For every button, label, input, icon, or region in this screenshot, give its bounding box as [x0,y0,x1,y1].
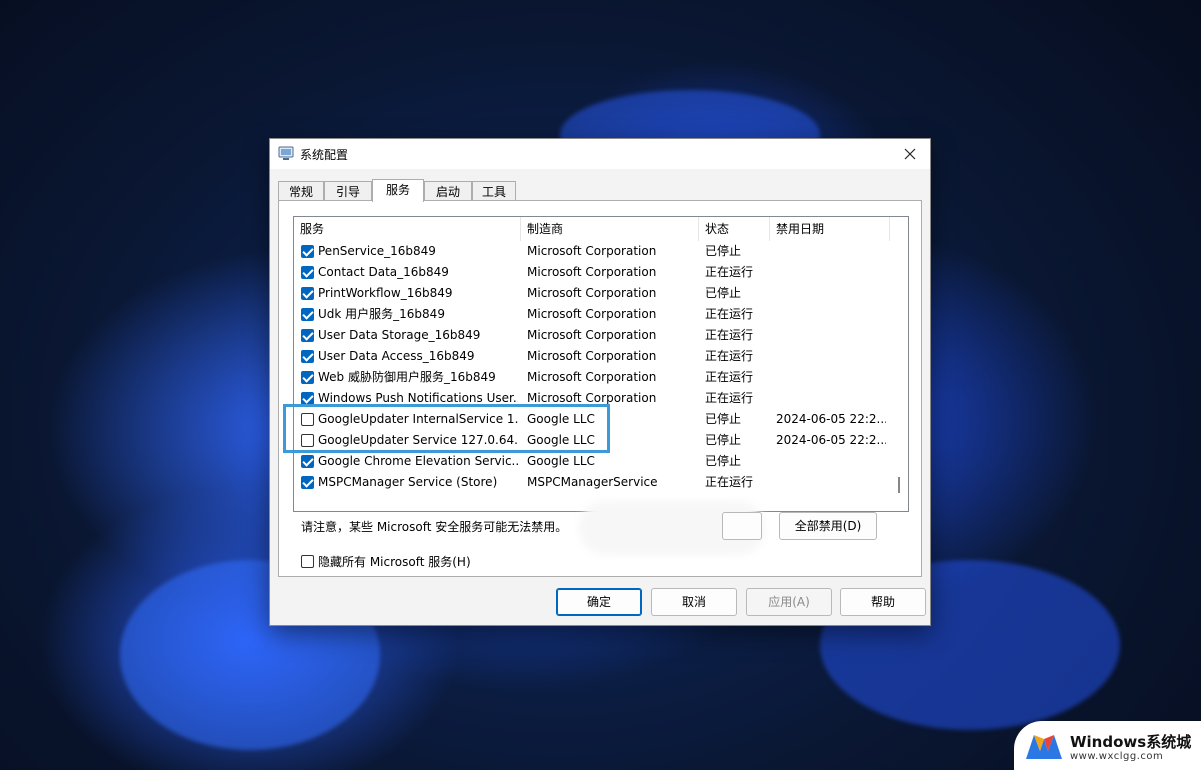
service-status: 正在运行 [705,475,754,489]
service-status: 正在运行 [705,307,754,321]
column-vendor[interactable]: 制造商 [521,217,699,241]
table-row[interactable]: GoogleUpdater Service 127.0.64... Google … [294,430,890,451]
service-vendor: Google LLC [527,412,595,426]
service-status: 已停止 [705,454,742,468]
table-row[interactable]: Udk 用户服务_16b849 Microsoft Corporation 正在运行 [294,304,890,325]
service-status: 已停止 [705,433,742,447]
column-service[interactable]: 服务 [294,217,521,241]
table-row[interactable]: Windows Push Notifications User... Micros… [294,388,890,409]
service-status: 正在运行 [705,328,754,342]
service-status: 正在运行 [705,265,754,279]
tab-startup[interactable]: 启动 [424,181,472,201]
service-vendor: Google LLC [527,433,595,447]
system-config-dialog: 系统配置 常规 引导 服务 启动 工具 服务 制造商 状态 禁用日期 PenSe… [269,138,931,626]
windows-logo-icon [1026,735,1062,759]
tab-general[interactable]: 常规 [278,181,324,201]
table-row[interactable]: GoogleUpdater InternalService 1... Google… [294,409,890,430]
site-watermark: Windows系统城 www.wxclgg.com [1014,721,1201,770]
service-disabled-date: 2024-06-05 22:2... [776,433,886,447]
notice-text: 请注意，某些 Microsoft 安全服务可能无法禁用。 [301,520,568,534]
service-vendor: Microsoft Corporation [527,307,657,321]
service-vendor: Microsoft Corporation [527,370,657,384]
service-vendor: Microsoft Corporation [527,349,657,363]
window-title: 系统配置 [300,148,349,162]
service-name: User Data Access_16b849 [318,349,475,363]
service-name: User Data Storage_16b849 [318,328,481,342]
ok-button[interactable]: 确定 [556,588,642,616]
service-name: Google Chrome Elevation Servic... [318,454,518,468]
service-checkbox[interactable] [301,371,314,384]
service-name: Contact Data_16b849 [318,265,449,279]
title-bar: 系统配置 [270,139,930,169]
tab-services[interactable]: 服务 [372,179,424,202]
close-button[interactable] [890,139,930,169]
tab-boot[interactable]: 引导 [324,181,372,201]
table-row[interactable]: MSPCManager Service (Store) MSPCManagerSe… [294,472,890,493]
table-row[interactable]: PrintWorkflow_16b849 Microsoft Corporatio… [294,283,890,304]
service-status: 正在运行 [705,391,754,405]
service-vendor: MSPCManagerService [527,475,658,489]
hide-ms-services-option[interactable]: 隐藏所有 Microsoft 服务(H) [301,553,471,570]
service-checkbox[interactable] [301,350,314,363]
cancel-button[interactable]: 取消 [651,588,737,616]
watermark-url: www.wxclgg.com [1070,751,1164,762]
service-status: 正在运行 [705,349,754,363]
service-checkbox[interactable] [301,329,314,342]
enable-all-button[interactable] [722,512,762,540]
help-button[interactable]: 帮助 [840,588,926,616]
column-status[interactable]: 状态 [699,217,770,241]
service-name: Web 威胁防御用户服务_16b849 [318,370,496,384]
service-name: PrintWorkflow_16b849 [318,286,453,300]
service-checkbox[interactable] [301,287,314,300]
table-row[interactable]: User Data Storage_16b849 Microsoft Corpor… [294,325,890,346]
service-vendor: Microsoft Corporation [527,328,657,342]
list-header: 服务 制造商 状态 禁用日期 [294,217,908,241]
service-checkbox[interactable] [301,413,314,426]
service-disabled-date: 2024-06-05 22:2... [776,412,886,426]
service-status: 已停止 [705,244,742,258]
service-vendor: Microsoft Corporation [527,391,657,405]
vertical-scrollbar[interactable] [890,241,908,511]
close-icon [904,148,916,160]
service-vendor: Microsoft Corporation [527,244,657,258]
service-status: 已停止 [705,412,742,426]
service-checkbox[interactable] [301,434,314,447]
apply-button[interactable]: 应用(A) [746,588,832,616]
service-name: Windows Push Notifications User... [318,391,518,405]
service-checkbox[interactable] [301,392,314,405]
service-vendor: Microsoft Corporation [527,286,657,300]
services-list[interactable]: 服务 制造商 状态 禁用日期 PenService_16b849 Microsof… [293,216,909,512]
service-name: Udk 用户服务_16b849 [318,307,445,321]
service-checkbox[interactable] [301,266,314,279]
services-panel: 服务 制造商 状态 禁用日期 PenService_16b849 Microsof… [278,200,922,577]
scrollbar-thumb[interactable] [898,477,900,493]
table-row[interactable]: Google Chrome Elevation Servic... Google … [294,451,890,472]
column-disabled-date[interactable]: 禁用日期 [770,217,890,241]
table-row[interactable]: User Data Access_16b849 Microsoft Corpora… [294,346,890,367]
service-vendor: Microsoft Corporation [527,265,657,279]
tab-tools[interactable]: 工具 [472,181,516,201]
service-name: PenService_16b849 [318,244,436,258]
watermark-title: Windows系统城 [1070,733,1192,751]
service-vendor: Google LLC [527,454,595,468]
service-checkbox[interactable] [301,308,314,321]
table-row[interactable]: Contact Data_16b849 Microsoft Corporation… [294,262,890,283]
service-checkbox[interactable] [301,455,314,468]
hide-ms-checkbox[interactable] [301,555,314,568]
system-config-icon [278,146,294,160]
service-name: GoogleUpdater Service 127.0.64... [318,433,518,447]
hide-ms-label: 隐藏所有 Microsoft 服务(H) [318,555,471,569]
service-checkbox[interactable] [301,245,314,258]
service-checkbox[interactable] [301,476,314,489]
service-name: GoogleUpdater InternalService 1... [318,412,518,426]
service-name: MSPCManager Service (Store) [318,475,498,489]
disable-all-button[interactable]: 全部禁用(D) [779,512,877,540]
service-status: 正在运行 [705,370,754,384]
table-row[interactable]: Web 威胁防御用户服务_16b849 Microsoft Corporation… [294,367,890,388]
table-row[interactable]: PenService_16b849 Microsoft Corporation 已停… [294,241,890,262]
service-status: 已停止 [705,286,742,300]
